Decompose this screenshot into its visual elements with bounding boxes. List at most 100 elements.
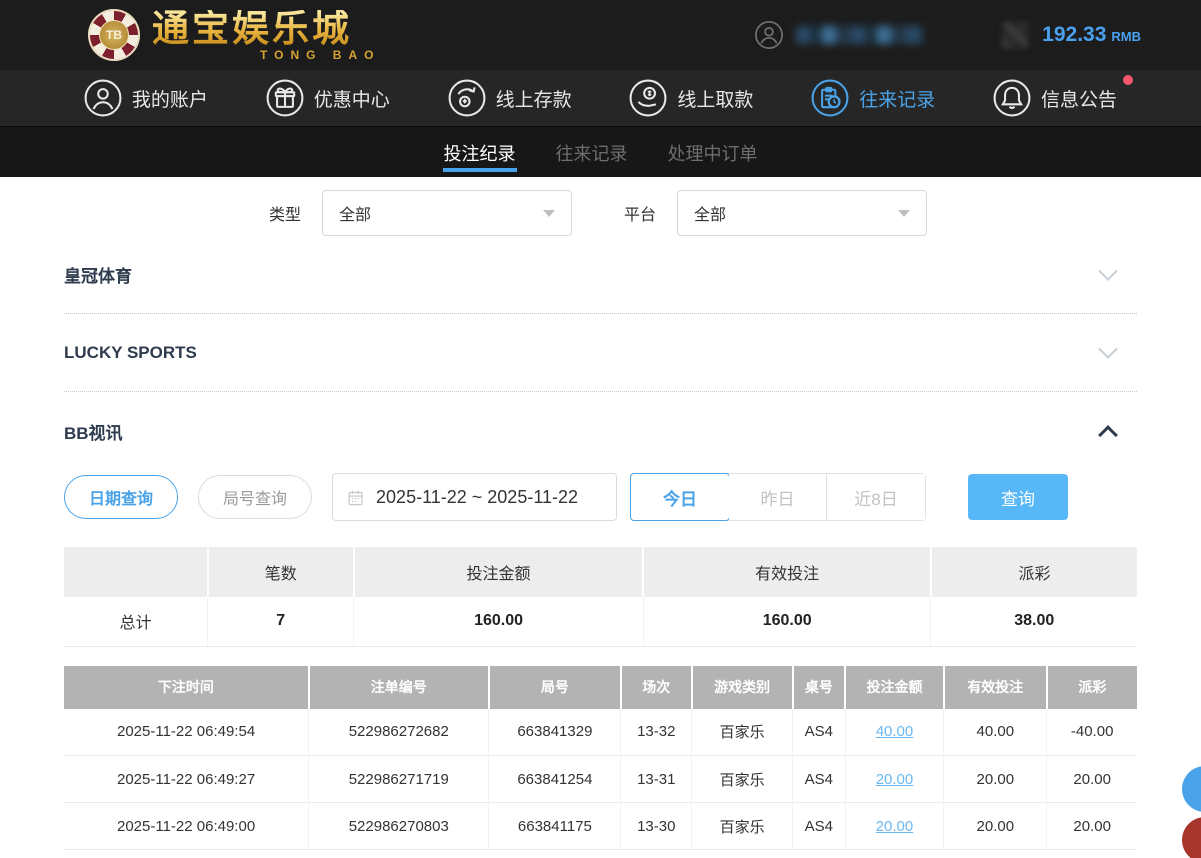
bets-table: 下注时间 注单编号 局号 场次 游戏类别 桌号 投注金额 有效投注 派彩 202…: [64, 666, 1137, 858]
bet-payout: 20.00: [1047, 756, 1137, 803]
chevron-up-icon: [1098, 425, 1118, 445]
main-content: 类型 全部 平台 全部 皇冠体育 LUCKY SPORTS BB视讯 日期查询 …: [0, 190, 1201, 858]
bet-game: 百家乐: [692, 803, 793, 850]
bet-payout: -40.00: [1047, 709, 1137, 756]
date-range-picker[interactable]: 2025-11-22 ~ 2025-11-22: [332, 473, 617, 521]
bets-header-session: 场次: [621, 666, 692, 709]
nav-label: 线上存款: [496, 85, 572, 112]
records-icon: [811, 79, 849, 117]
type-select[interactable]: 全部: [322, 190, 572, 236]
account-balance: 192.33 RMB: [1042, 23, 1141, 47]
bet-valid: 40.00: [944, 709, 1047, 756]
search-button[interactable]: 查询: [968, 474, 1068, 520]
chevron-down-icon: [1098, 261, 1118, 281]
table-row-partial: [64, 850, 1137, 858]
chevron-down-icon: [543, 210, 555, 217]
site-title: 通宝娱乐城: [152, 10, 380, 47]
top-header: TB 通宝娱乐城 TONG BAO 192.33 RMB: [0, 0, 1201, 70]
summary-header-row: 笔数 投注金额 有效投注 派彩: [64, 547, 1137, 597]
summary-total-payout: 38.00: [931, 597, 1137, 646]
bet-table: AS4: [793, 709, 846, 756]
table-row: 2025-11-22 06:49:27 522986271719 6638412…: [64, 756, 1137, 803]
bet-id: 522986271719: [309, 756, 489, 803]
withdraw-icon: [629, 79, 667, 117]
record-tabs: 投注纪录 往来记录 处理中订单: [0, 127, 1201, 177]
tab-pending-orders[interactable]: 处理中订单: [668, 127, 758, 177]
poker-chip-icon: TB: [88, 9, 140, 61]
bet-valid: 20.00: [944, 803, 1047, 850]
bet-amount-link[interactable]: 20.00: [876, 818, 914, 835]
type-select-value: 全部: [339, 201, 371, 225]
bets-header-payout: 派彩: [1047, 666, 1137, 709]
summary-total-row: 总计 7 160.00 160.00 38.00: [64, 597, 1137, 646]
chip-label: TB: [99, 20, 129, 50]
round-query-button[interactable]: 局号查询: [198, 475, 312, 519]
table-row: 2025-11-22 06:49:54 522986272682 6638413…: [64, 709, 1137, 756]
date-range-value: 2025-11-22 ~ 2025-11-22: [376, 487, 578, 508]
site-logo[interactable]: TB 通宝娱乐城 TONG BAO: [88, 9, 380, 61]
nav-item-withdraw[interactable]: 线上取款: [629, 79, 753, 117]
nav-item-deposit[interactable]: 线上存款: [448, 79, 572, 117]
nav-item-announcements[interactable]: 信息公告: [993, 79, 1117, 117]
bet-amount-link[interactable]: 20.00: [876, 771, 914, 788]
section-title: LUCKY SPORTS: [64, 343, 197, 363]
table-row: 2025-11-22 06:49:00 522986270803 6638411…: [64, 803, 1137, 850]
bet-session: 13-32: [621, 709, 692, 756]
notification-dot: [1123, 75, 1133, 85]
bets-header-valid: 有效投注: [944, 666, 1047, 709]
platform-select-value: 全部: [694, 201, 726, 225]
bet-valid: 20.00: [944, 756, 1047, 803]
bet-table: AS4: [793, 803, 846, 850]
tab-transaction-records[interactable]: 往来记录: [556, 127, 628, 177]
bet-time: 2025-11-22 06:49:00: [64, 803, 309, 850]
bet-amount-link[interactable]: 40.00: [876, 723, 914, 740]
nav-label: 我的账户: [132, 85, 208, 112]
bet-round: 663841329: [489, 709, 621, 756]
wallet-icon-redacted[interactable]: [1002, 22, 1028, 48]
bet-game: 百家乐: [692, 756, 793, 803]
bets-header-table: 桌号: [793, 666, 846, 709]
bet-payout: 20.00: [1047, 803, 1137, 850]
main-nav: 我的账户 优惠中心 线上存款 线上取款 往来: [0, 70, 1201, 127]
bet-id: 522986270803: [309, 803, 489, 850]
summary-table: 笔数 投注金额 有效投注 派彩 总计 7 160.00 160.00 38.00: [64, 547, 1137, 647]
section-title: 皇冠体育: [64, 262, 132, 287]
account-icon: [84, 79, 122, 117]
query-toolbar: 日期查询 局号查询 2025-11-22 ~ 2025-11-22 今日 昨日 …: [64, 473, 1137, 521]
bets-header-amount: 投注金额: [845, 666, 944, 709]
section-title: BB视讯: [64, 419, 123, 444]
bet-session: 13-30: [621, 803, 692, 850]
bet-round: 663841254: [489, 756, 621, 803]
platform-select[interactable]: 全部: [677, 190, 927, 236]
balance-amount: 192.33: [1042, 23, 1106, 46]
summary-header-valid-bet: 有效投注: [643, 547, 931, 597]
bell-icon: [993, 79, 1031, 117]
filter-bar: 类型 全部 平台 全部: [64, 190, 1137, 236]
nav-item-promotions[interactable]: 优惠中心: [266, 79, 390, 117]
chevron-down-icon: [898, 210, 910, 217]
quick-today-button[interactable]: 今日: [630, 473, 730, 521]
calendar-icon: [347, 489, 364, 506]
username-redacted[interactable]: [796, 26, 924, 44]
summary-total-valid-bet: 160.00: [643, 597, 931, 646]
user-avatar-icon: [754, 20, 784, 50]
section-lucky-sports[interactable]: LUCKY SPORTS: [64, 314, 1137, 392]
quick-yesterday-button[interactable]: 昨日: [729, 474, 827, 520]
summary-total-count: 7: [208, 597, 354, 646]
summary-header-count: 笔数: [208, 547, 354, 597]
summary-header-payout: 派彩: [931, 547, 1137, 597]
balance-currency: RMB: [1111, 29, 1141, 44]
bets-header-row: 下注时间 注单编号 局号 场次 游戏类别 桌号 投注金额 有效投注 派彩: [64, 666, 1137, 709]
quick-last8days-button[interactable]: 近8日: [827, 474, 925, 520]
tab-bet-records[interactable]: 投注纪录: [444, 127, 516, 177]
summary-header-bet-amount: 投注金额: [354, 547, 644, 597]
section-bb-live[interactable]: BB视讯: [64, 392, 1137, 470]
bet-time: 2025-11-22 06:49:27: [64, 756, 309, 803]
section-crown-sports[interactable]: 皇冠体育: [64, 236, 1137, 314]
nav-item-transaction-records[interactable]: 往来记录: [811, 79, 935, 117]
date-query-button[interactable]: 日期查询: [64, 475, 178, 519]
quick-range-group: 今日 昨日 近8日: [630, 473, 926, 521]
summary-total-bet-amount: 160.00: [354, 597, 644, 646]
nav-item-my-account[interactable]: 我的账户: [84, 79, 208, 117]
summary-header-blank: [64, 547, 208, 597]
